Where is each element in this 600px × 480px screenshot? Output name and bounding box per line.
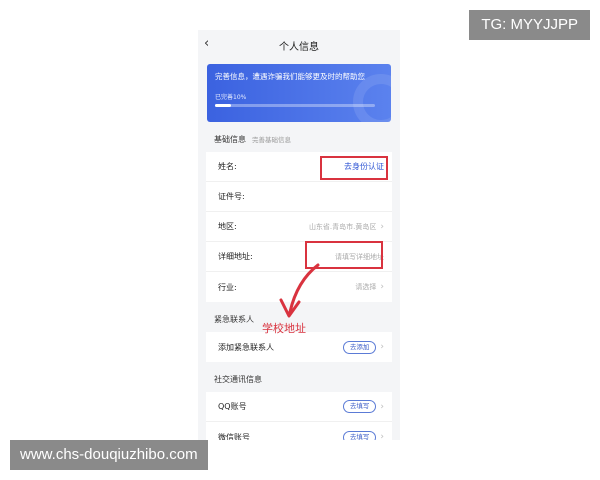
annotation-label: 学校地址 [262,322,306,335]
watermark-bottom: www.chs-douqiuzhibo.com [10,440,208,470]
annotation-arrow [279,263,320,318]
